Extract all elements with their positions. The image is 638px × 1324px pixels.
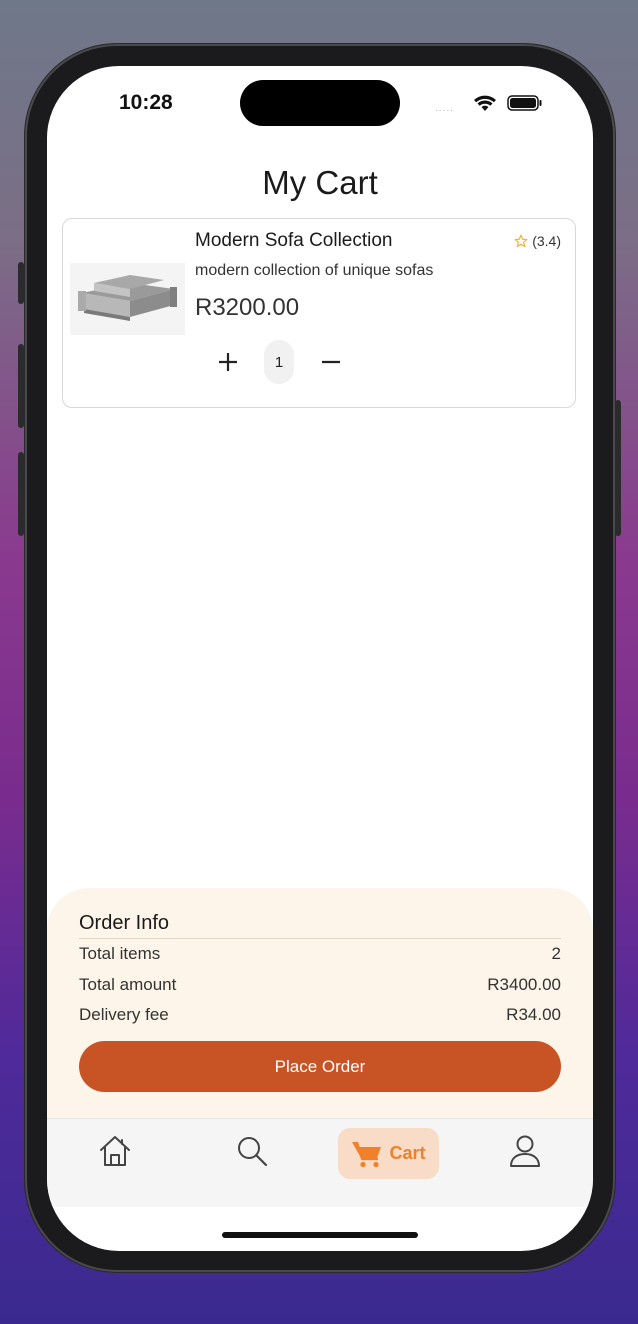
increase-quantity-button[interactable] — [213, 347, 243, 377]
home-icon — [100, 1136, 130, 1166]
volume-down-button — [18, 452, 24, 536]
power-button — [615, 400, 621, 536]
total-items-label: Total items — [79, 944, 161, 963]
silent-switch — [18, 262, 24, 304]
minus-icon — [322, 360, 340, 364]
delivery-fee-label: Delivery fee — [79, 1005, 169, 1024]
tab-search[interactable] — [234, 1133, 270, 1169]
order-info-panel: Order Info Total items 2 Total amount R3… — [47, 888, 593, 1118]
status-time: 10:28 — [119, 91, 173, 114]
tab-cart[interactable]: Cart — [338, 1128, 439, 1179]
battery-icon — [507, 95, 542, 111]
product-name[interactable]: Modern Sofa Collection — [195, 230, 393, 252]
total-amount-value: R3400.00 — [487, 975, 561, 994]
dynamic-island — [240, 80, 400, 126]
cart-item-card[interactable]: Modern Sofa Collection (3.4) modern coll… — [62, 218, 576, 408]
order-info-title: Order Info — [79, 912, 170, 934]
tab-cart-label: Cart — [389, 1143, 426, 1163]
place-order-button[interactable]: Place Order — [79, 1041, 561, 1092]
cellular-signal-icon: ..... — [435, 103, 454, 114]
total-items-value: 2 — [551, 944, 561, 963]
sofa-image — [70, 263, 185, 335]
total-amount-row: Total amount R3400.00 — [79, 975, 561, 995]
total-amount-label: Total amount — [79, 975, 177, 994]
cart-icon — [352, 1141, 382, 1167]
volume-up-button — [18, 344, 24, 428]
product-image-sofa[interactable] — [70, 263, 185, 335]
product-rating: (3.4) — [514, 233, 561, 249]
app-screen: 10:28 ..... My Cart Modern Sofa Collecti… — [47, 66, 593, 1251]
user-icon — [510, 1135, 540, 1167]
decrease-quantity-button[interactable] — [316, 347, 346, 377]
home-indicator[interactable] — [222, 1232, 418, 1238]
bottom-tab-bar: Cart — [47, 1118, 593, 1207]
tab-profile[interactable] — [507, 1133, 543, 1169]
rating-value: (3.4) — [532, 233, 561, 249]
quantity-value: 1 — [264, 340, 294, 384]
delivery-fee-value: R34.00 — [506, 1005, 561, 1024]
search-icon — [238, 1137, 268, 1167]
product-price: R3200.00 — [195, 294, 300, 321]
total-items-row: Total items 2 — [79, 944, 561, 964]
page-title: My Cart — [262, 164, 378, 201]
wifi-icon — [474, 95, 496, 111]
order-info-divider — [79, 938, 561, 939]
product-description: modern collection of unique sofas — [195, 262, 434, 279]
star-icon — [514, 234, 528, 248]
tab-home[interactable] — [97, 1133, 133, 1169]
delivery-fee-row: Delivery fee R34.00 — [79, 1005, 561, 1025]
plus-icon — [219, 353, 237, 371]
status-icons: ..... — [435, 92, 545, 114]
